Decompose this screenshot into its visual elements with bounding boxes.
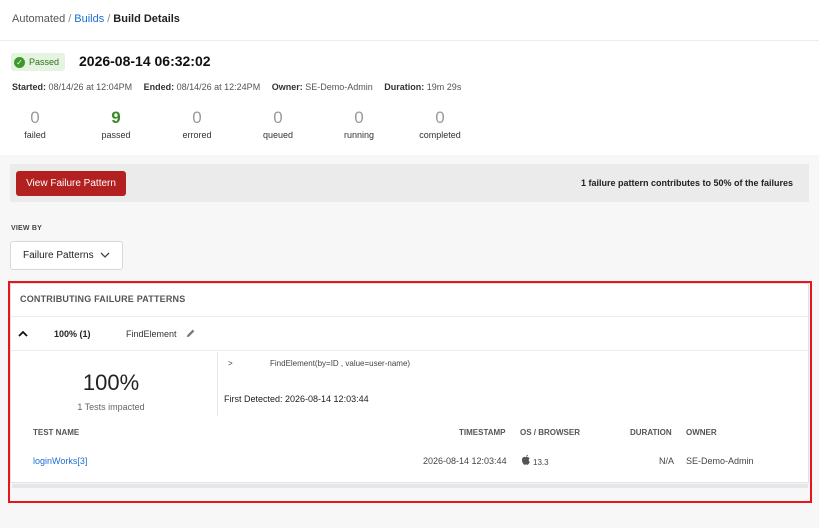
duration-value: 19m 29s (426, 82, 462, 92)
view-by-selected: Failure Patterns (23, 250, 94, 261)
col-timestamp[interactable]: TIMESTAMP (459, 428, 506, 437)
stat-errored[interactable]: 0 errored (167, 108, 227, 140)
breadcrumb-current: Build Details (113, 13, 180, 25)
col-owner[interactable]: OWNER (686, 428, 717, 437)
chevron-down-icon (100, 252, 110, 258)
failure-pattern-bar: View Failure Pattern 1 failure pattern c… (10, 164, 809, 202)
col-test-name[interactable]: TEST NAME (33, 428, 79, 437)
owner-label: Owner: (271, 82, 303, 92)
stat-value: 9 (111, 108, 121, 127)
horizontal-scrollbar[interactable] (12, 484, 808, 488)
started-label: Started: (12, 82, 47, 92)
pencil-icon[interactable] (185, 328, 196, 339)
pattern-row[interactable]: 100% (1) FindElement (11, 318, 808, 350)
ended-label: Ended: (143, 82, 175, 92)
stat-label: completed (419, 130, 461, 140)
started-value: 08/14/26 at 12:04PM (48, 82, 133, 92)
apple-icon (521, 454, 530, 465)
breadcrumb-separator: / (68, 13, 72, 25)
col-duration[interactable]: DURATION (630, 428, 672, 437)
vertical-divider (217, 352, 218, 416)
stat-passed[interactable]: 9 passed (86, 108, 146, 140)
stat-value: 0 (354, 108, 364, 127)
stat-label: running (343, 130, 375, 140)
ended-value: 08/14/26 at 12:24PM (176, 82, 261, 92)
view-by-label: VIEW BY (11, 225, 42, 232)
failure-pattern-summary: 1 failure pattern contributes to 50% of … (580, 178, 793, 188)
duration-label: Duration: (384, 82, 425, 92)
chevron-up-icon[interactable] (17, 328, 29, 340)
stat-label: passed (101, 130, 131, 140)
view-failure-pattern-button[interactable]: View Failure Pattern (16, 171, 126, 196)
failure-patterns-panel: CONTRIBUTING FAILURE PATTERNS 100% (1) F… (10, 283, 809, 483)
test-name-link[interactable]: loginWorks[3] (33, 456, 87, 466)
pattern-percent: 100% (1) (54, 329, 91, 339)
breadcrumb-separator: / (107, 13, 111, 25)
pattern-name: FindElement (126, 329, 177, 339)
tests-impacted: 1 Tests impacted (77, 402, 145, 412)
stat-queued[interactable]: 0 queued (248, 108, 308, 140)
stack-trace-line: FindElement(by=ID , value=user-name) (270, 359, 411, 368)
stat-running[interactable]: 0 running (329, 108, 389, 140)
breadcrumb: Automated / Builds / Build Details (12, 13, 180, 25)
page-title: 2026-08-14 06:32:02 (79, 53, 211, 69)
status-label: Passed (29, 57, 60, 67)
stat-label: queued (262, 130, 294, 140)
breadcrumb-automated[interactable]: Automated (12, 13, 65, 25)
stat-label: errored (182, 130, 212, 140)
stat-failed[interactable]: 0 failed (5, 108, 65, 140)
divider (11, 316, 808, 317)
row-duration: N/A (659, 456, 675, 466)
stat-value: 0 (192, 108, 202, 127)
top-bar: Automated / Builds / Build Details (0, 0, 819, 41)
row-owner: SE-Demo-Admin (686, 456, 754, 466)
trace-prompt: > (228, 359, 233, 368)
col-os-browser[interactable]: OS / BROWSER (520, 428, 580, 437)
os-version: 13.3 (533, 458, 549, 467)
status-badge: ✓ Passed (11, 53, 66, 71)
owner-value: SE-Demo-Admin (305, 82, 373, 92)
row-timestamp: 2026-08-14 12:03:44 (423, 456, 507, 466)
stat-value: 0 (273, 108, 283, 127)
impact-percent: 100% (82, 370, 140, 395)
breadcrumb-builds[interactable]: Builds (74, 13, 104, 25)
stat-completed[interactable]: 0 completed (410, 108, 470, 140)
view-by-select[interactable]: Failure Patterns (10, 241, 123, 270)
stat-value: 0 (435, 108, 445, 127)
build-header: ✓ Passed 2026-08-14 06:32:02 Started: 08… (0, 41, 819, 155)
first-detected: First Detected: 2026-08-14 12:03:44 (224, 394, 369, 404)
divider (11, 350, 808, 351)
panel-title: CONTRIBUTING FAILURE PATTERNS (20, 294, 186, 304)
stat-label: failed (24, 130, 46, 140)
check-circle-icon: ✓ (14, 56, 25, 68)
build-meta: Started: 08/14/26 at 12:04PM Ended: 08/1… (12, 82, 470, 92)
stat-value: 0 (30, 108, 40, 127)
